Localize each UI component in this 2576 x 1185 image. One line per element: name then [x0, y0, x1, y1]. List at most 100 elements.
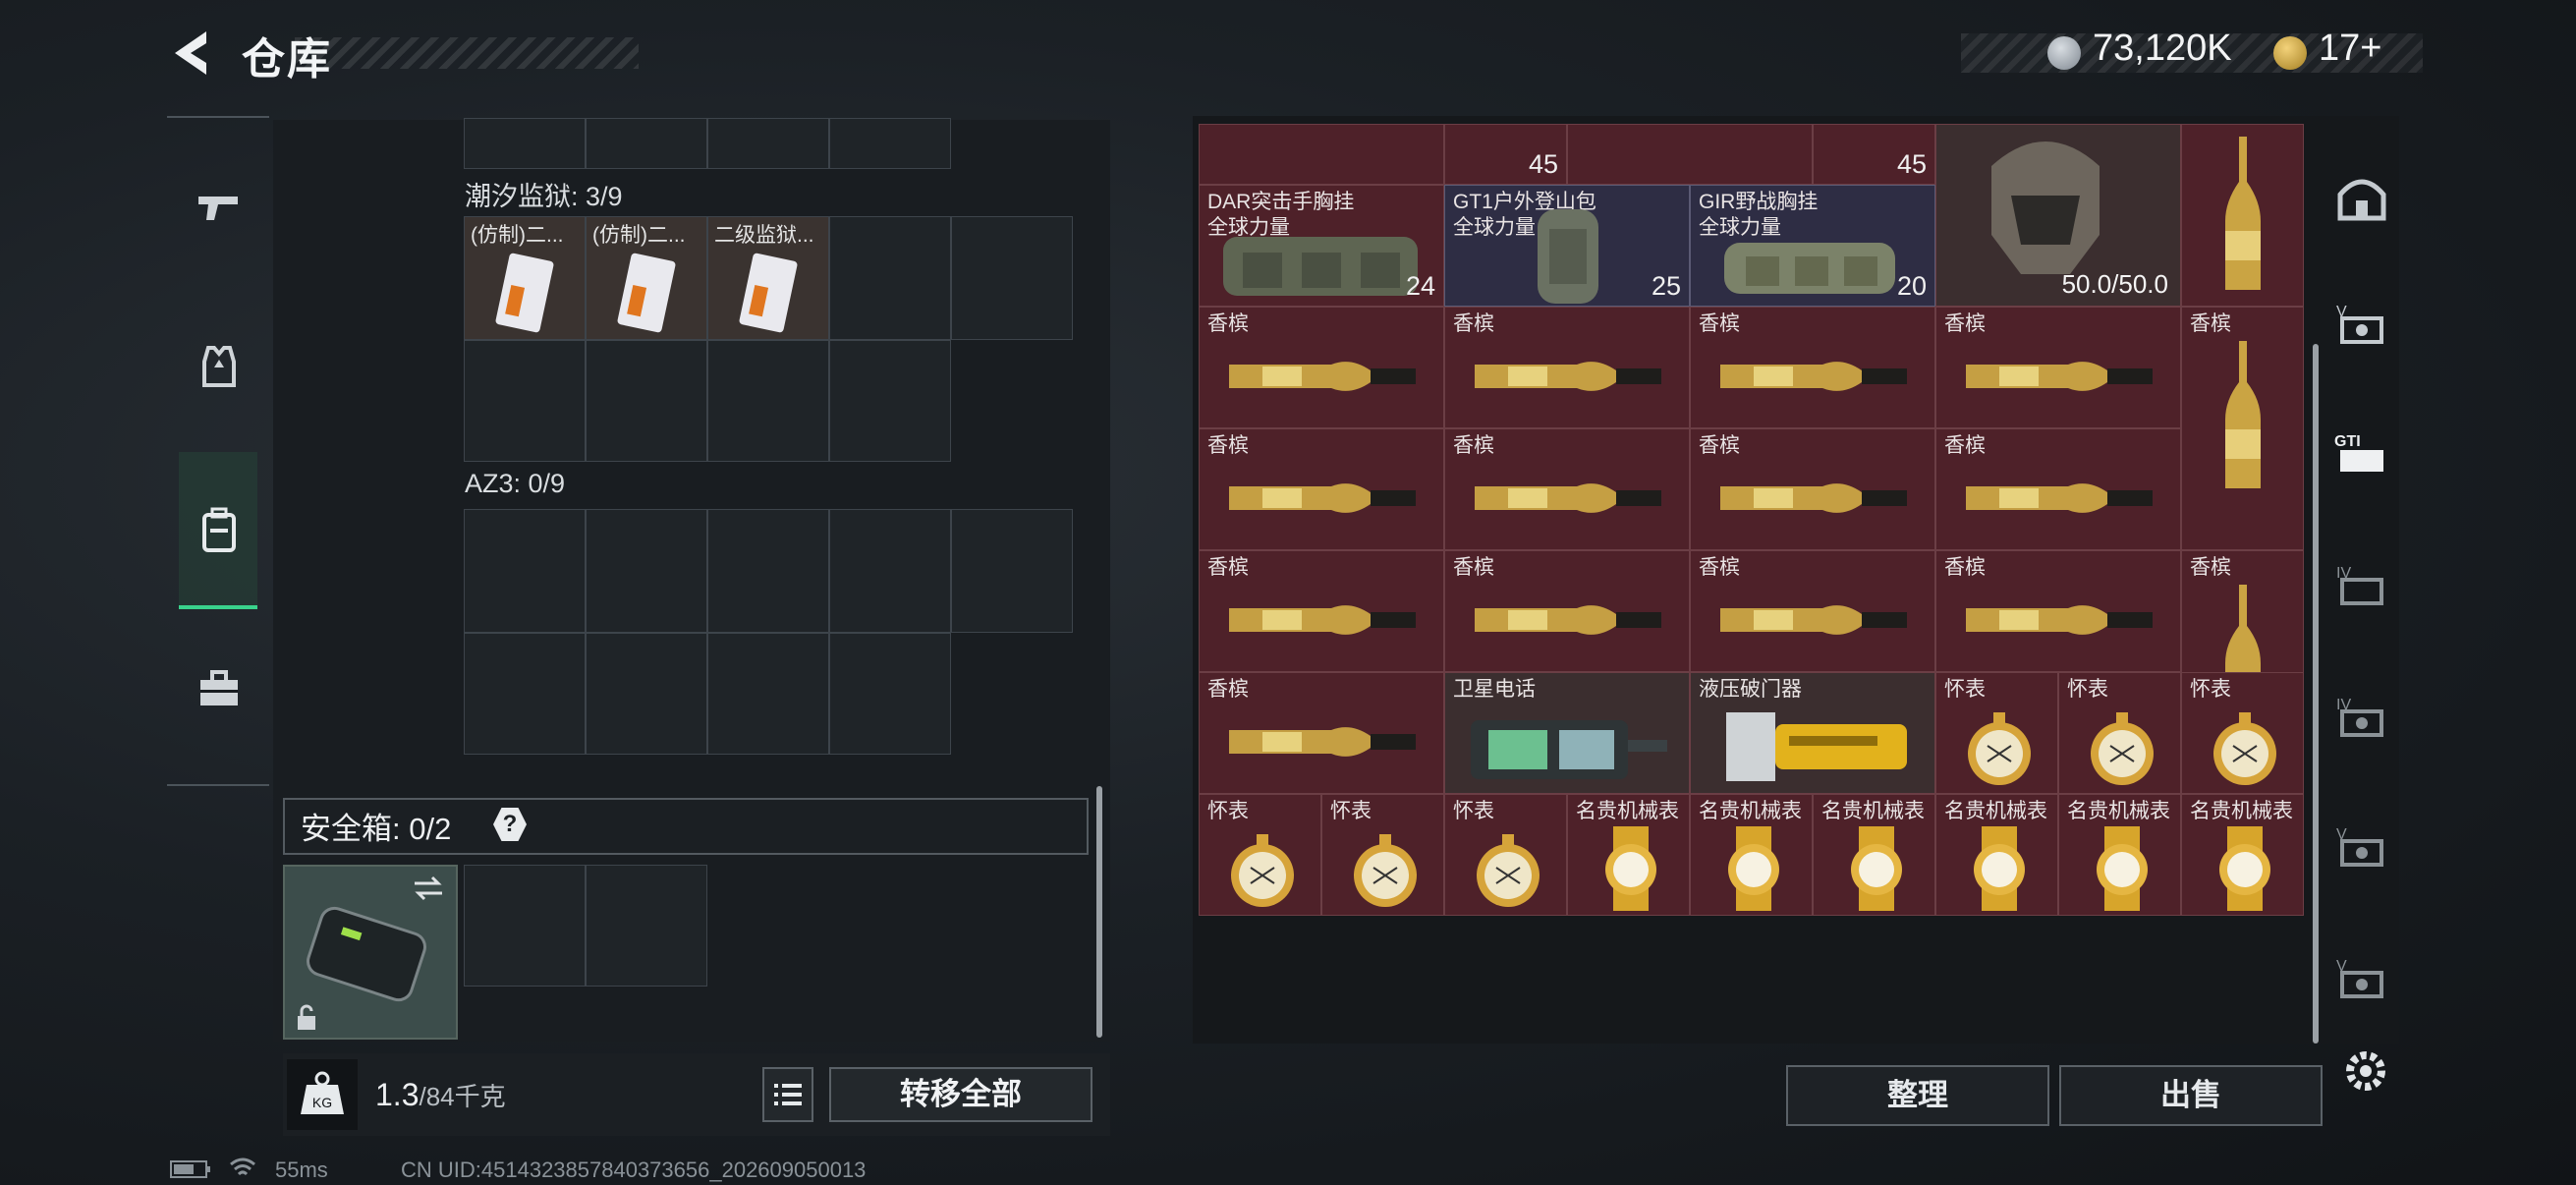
grid-cell[interactable] — [707, 340, 829, 462]
champagne-bottle-icon — [1229, 605, 1416, 635]
rig-item[interactable]: GIR野战胸挂 全球力量 20 — [1690, 185, 1935, 307]
helmet-item[interactable]: 50.0/50.0 — [1935, 124, 2181, 307]
backpack-item[interactable]: GT1户外登山包 全球力量 25 — [1444, 185, 1690, 307]
sell-button[interactable]: 出售 — [2059, 1065, 2323, 1126]
champagne-item-label: 香槟 — [1944, 312, 1986, 335]
stash-item[interactable] — [1567, 124, 1813, 185]
sort-button[interactable]: 整理 — [1786, 1065, 2049, 1126]
champagne-item[interactable]: 香槟 — [1690, 550, 1935, 672]
safe-box-container[interactable] — [283, 865, 458, 1040]
champagne-item-label: 香槟 — [1699, 312, 1740, 335]
pocket-watch-item-label: 怀表 — [1944, 678, 1986, 701]
grid-cell[interactable] — [707, 118, 829, 169]
champagne-item[interactable]: 香槟 — [1444, 428, 1690, 550]
grid-cell[interactable] — [951, 509, 1073, 633]
grid-cell[interactable] — [829, 509, 951, 633]
stash-item[interactable]: 45 — [1813, 124, 1935, 185]
pocket-watch-item[interactable]: 怀表 — [2181, 672, 2304, 794]
grid-cell[interactable] — [464, 340, 586, 462]
pistol-icon[interactable] — [195, 183, 244, 232]
luxury-watch-item[interactable]: 名贵机械表 — [1935, 794, 2058, 916]
stash-tab-iv-icon[interactable]: IV — [2332, 556, 2391, 615]
grid-cell[interactable] — [586, 340, 707, 462]
sat-phone-item[interactable]: 卫星电话 — [1444, 672, 1690, 794]
pocket-watch-item-label: 怀表 — [2190, 678, 2231, 701]
champagne-item[interactable]: 香槟 — [2181, 307, 2304, 550]
grid-cell[interactable] — [829, 633, 951, 755]
grid-cell[interactable] — [586, 118, 707, 169]
stash-item[interactable] — [1199, 124, 1444, 185]
rig-item[interactable]: DAR突击手胸挂 全球力量 24 — [1199, 185, 1444, 307]
vest-icon[interactable] — [195, 342, 244, 391]
pocket-watch-item[interactable]: 怀表 — [1935, 672, 2058, 794]
grid-cell[interactable] — [464, 509, 586, 633]
breacher-item[interactable]: 液压破门器 — [1690, 672, 1935, 794]
pocket-watch-item[interactable]: 怀表 — [1444, 794, 1567, 916]
transfer-all-button[interactable]: 转移全部 — [829, 1067, 1092, 1122]
stash-tab-gti-icon[interactable]: GTI — [2332, 424, 2391, 483]
luxury-watch-item[interactable]: 名贵机械表 — [2181, 794, 2304, 916]
champagne-item-label: 香槟 — [1699, 556, 1740, 579]
champagne-item[interactable]: 香槟 — [1199, 428, 1444, 550]
champagne-bottle-icon — [1720, 605, 1907, 635]
champagne-item[interactable] — [2181, 124, 2304, 307]
luxury-watch-icon — [2097, 826, 2148, 911]
luxury-watch-icon — [2219, 826, 2270, 911]
grid-cell[interactable] — [464, 865, 586, 987]
champagne-item[interactable]: 香槟 — [1444, 550, 1690, 672]
champagne-item[interactable]: 香槟 — [1199, 672, 1444, 794]
luxury-watch-item[interactable]: 名贵机械表 — [1813, 794, 1935, 916]
stash-tab-v-icon[interactable]: V — [2332, 295, 2391, 354]
champagne-item[interactable]: 香槟 — [1935, 428, 2181, 550]
pocket-watch-item[interactable]: 怀表 — [1321, 794, 1444, 916]
pocket-watch-item[interactable]: 怀表 — [1199, 794, 1321, 916]
keycard-item[interactable]: 二级监狱... — [707, 216, 829, 340]
pocket-watch-item[interactable]: 怀表 — [2058, 672, 2181, 794]
pocket-watch-item-label: 怀表 — [2067, 678, 2108, 701]
grid-cell[interactable] — [829, 118, 951, 169]
gear-icon[interactable] — [2338, 1044, 2393, 1099]
stash-tab-iv2-icon[interactable]: IV — [2332, 688, 2391, 747]
luxury-watch-item[interactable]: 名贵机械表 — [1567, 794, 1690, 916]
pocket-watch-icon — [1477, 834, 1540, 907]
grid-cell[interactable] — [951, 216, 1073, 340]
toolbox-icon[interactable] — [195, 664, 244, 713]
storage-tab-icon[interactable] — [2332, 167, 2391, 226]
champagne-item-label: 香槟 — [1453, 312, 1494, 335]
stash-tab-v2-icon[interactable]: V — [2332, 818, 2391, 876]
left-scrollbar[interactable] — [1096, 786, 1102, 1038]
grid-cell[interactable] — [829, 216, 951, 340]
champagne-item[interactable]: 香槟 — [1199, 550, 1444, 672]
keycard-icon — [495, 253, 554, 333]
grid-cell[interactable] — [707, 509, 829, 633]
champagne-item[interactable]: 香槟 — [1935, 307, 2181, 428]
grid-cell[interactable] — [464, 633, 586, 755]
right-scrollbar[interactable] — [2313, 344, 2319, 1044]
stash-item[interactable]: 45 — [1444, 124, 1567, 185]
weight-icon: KG — [287, 1059, 358, 1130]
grid-cell[interactable] — [829, 340, 951, 462]
backpack-icon[interactable] — [195, 505, 244, 554]
champagne-item[interactable]: 香槟 — [1444, 307, 1690, 428]
luxury-watch-icon — [1974, 826, 2025, 911]
luxury-watch-item[interactable]: 名贵机械表 — [1690, 794, 1813, 916]
list-view-button[interactable] — [762, 1067, 813, 1122]
champagne-item[interactable]: 香槟 — [1690, 428, 1935, 550]
keycard-item[interactable]: (仿制)二... — [464, 216, 586, 340]
champagne-item[interactable]: 香槟 — [1690, 307, 1935, 428]
bond-balance[interactable]: 17+ — [2319, 28, 2381, 70]
luxury-watch-item[interactable]: 名贵机械表 — [2058, 794, 2181, 916]
keycard-item[interactable]: (仿制)二... — [586, 216, 707, 340]
page-title: 仓库 — [242, 35, 332, 84]
grid-cell[interactable] — [586, 865, 707, 987]
grid-cell[interactable] — [464, 118, 586, 169]
luxury-watch-item-label: 名贵机械表 — [2190, 800, 2293, 822]
champagne-item[interactable]: 香槟 — [1199, 307, 1444, 428]
grid-cell[interactable] — [586, 509, 707, 633]
stash-tab-v3-icon[interactable]: V — [2332, 949, 2391, 1008]
champagne-item[interactable]: 香槟 — [1935, 550, 2181, 672]
grid-cell[interactable] — [707, 633, 829, 755]
back-button[interactable] — [167, 28, 222, 79]
grid-cell[interactable] — [586, 633, 707, 755]
champagne-bottle-icon — [1720, 483, 1907, 513]
